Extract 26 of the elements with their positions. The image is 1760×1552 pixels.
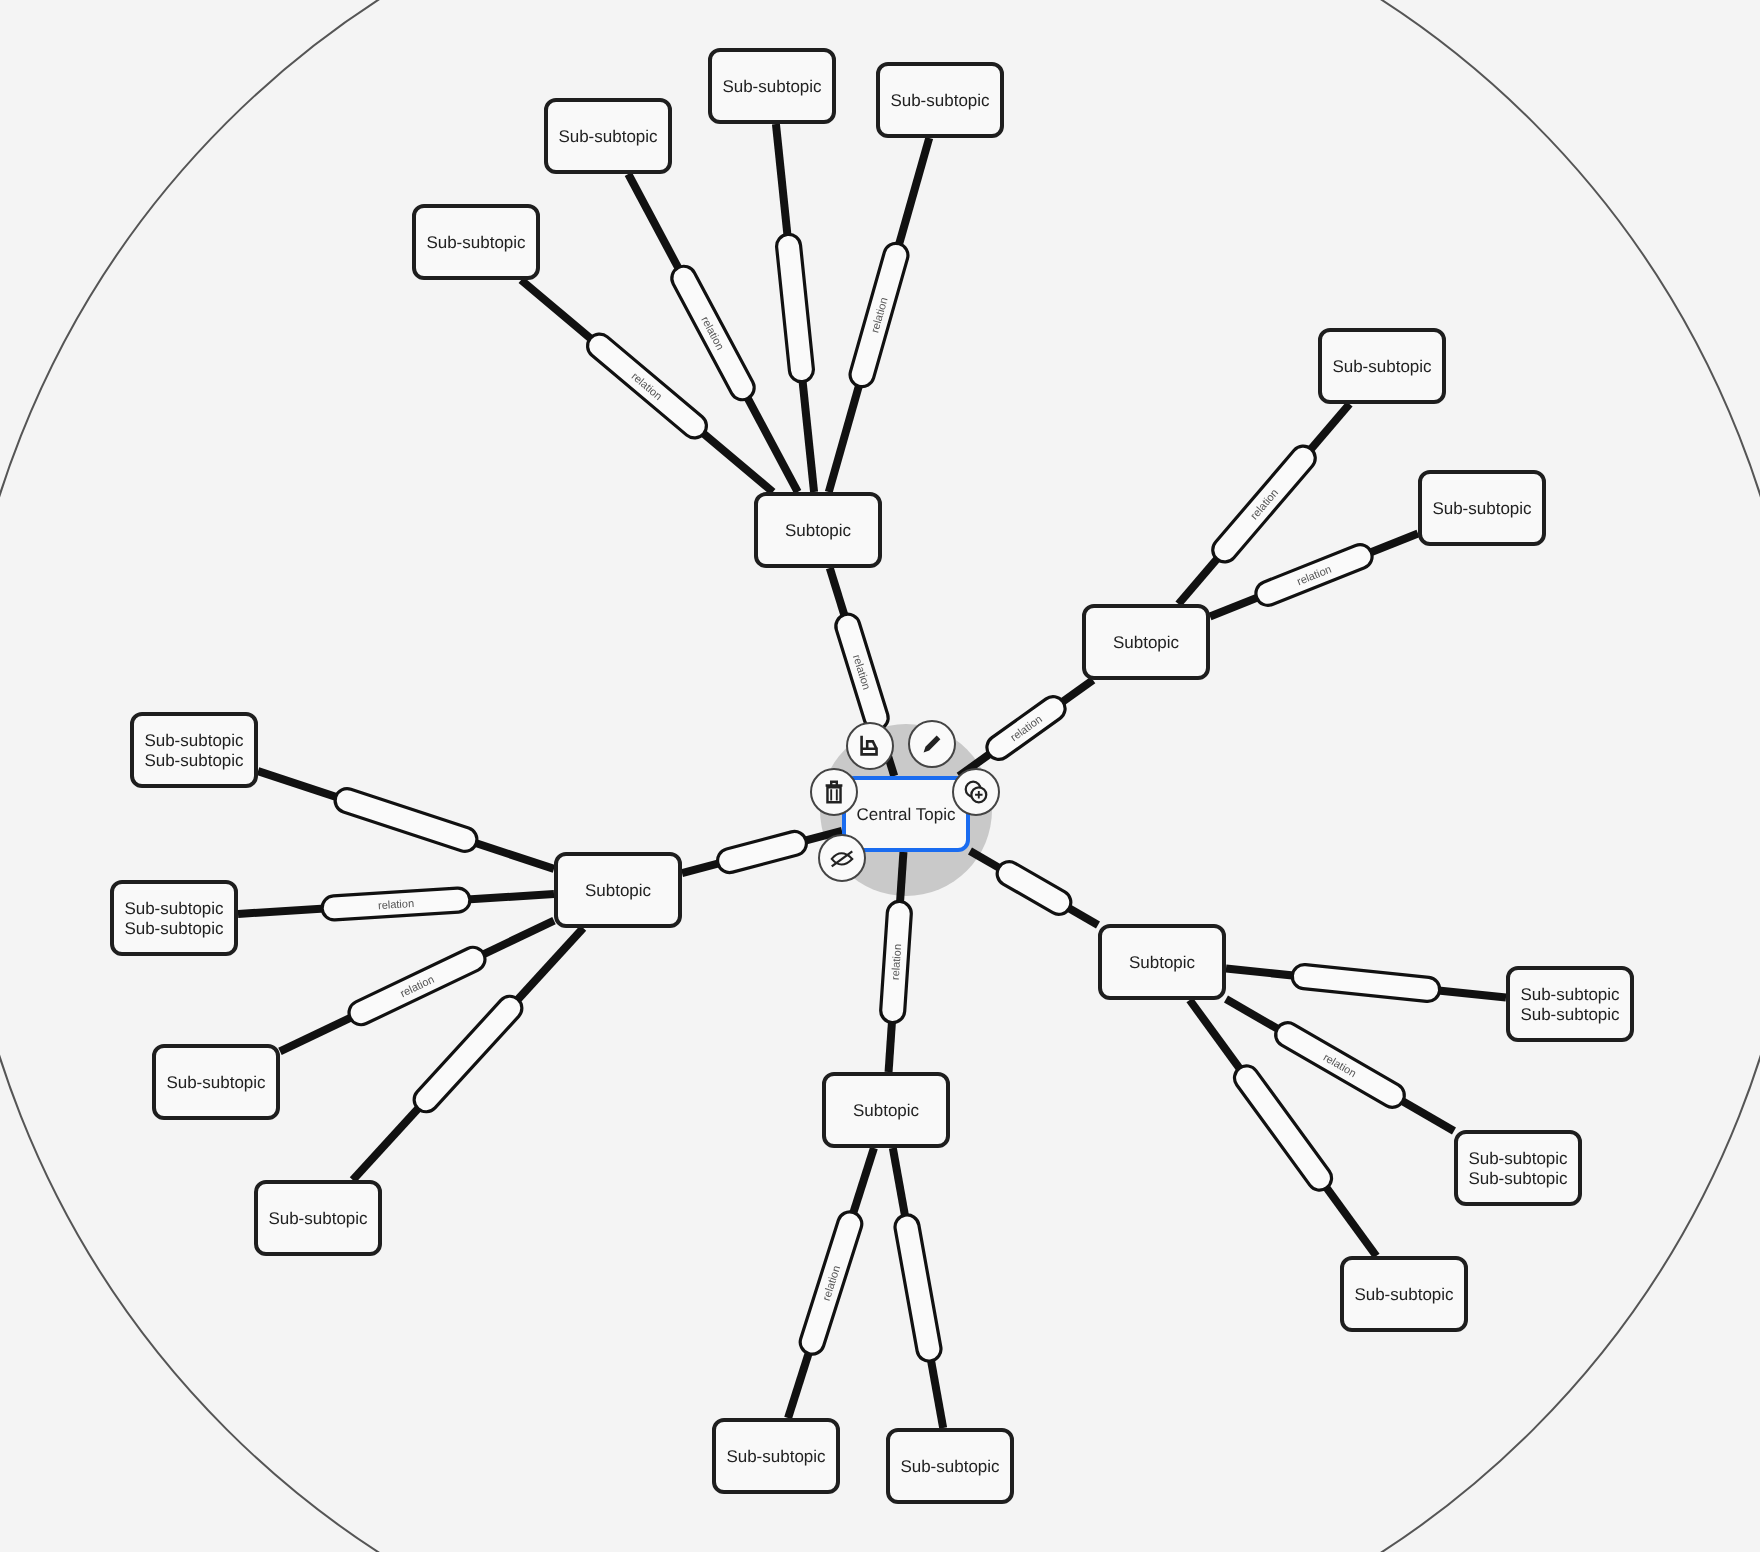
sub-subtopic-node[interactable]: Sub-subtopic bbox=[876, 62, 1004, 138]
sub-subtopic-node[interactable]: Sub-subtopic Sub-subtopic bbox=[1454, 1130, 1582, 1206]
sub-subtopic-node[interactable]: Sub-subtopic bbox=[152, 1044, 280, 1120]
sub-subtopic-node[interactable]: Sub-subtopic Sub-subtopic bbox=[1506, 966, 1634, 1042]
sub-subtopic-node[interactable]: Sub-subtopic bbox=[708, 48, 836, 124]
style-icon bbox=[856, 732, 884, 760]
pencil-icon bbox=[918, 730, 946, 758]
subtopic-node[interactable]: Subtopic bbox=[1098, 924, 1226, 1000]
sub-subtopic-node[interactable]: Sub-subtopic bbox=[712, 1418, 840, 1494]
trash-button[interactable] bbox=[810, 768, 858, 816]
sub-subtopic-node[interactable]: Sub-subtopic bbox=[1418, 470, 1546, 546]
sub-subtopic-node[interactable]: Sub-subtopic bbox=[886, 1428, 1014, 1504]
copy-button[interactable] bbox=[952, 768, 1000, 816]
sub-subtopic-node[interactable]: Sub-subtopic bbox=[412, 204, 540, 280]
subtopic-node[interactable]: Subtopic bbox=[554, 852, 682, 928]
sub-subtopic-node[interactable]: Sub-subtopic bbox=[544, 98, 672, 174]
subtopic-node[interactable]: Subtopic bbox=[1082, 604, 1210, 680]
sub-subtopic-node[interactable]: Sub-subtopic bbox=[1318, 328, 1446, 404]
sub-subtopic-node[interactable]: Sub-subtopic Sub-subtopic bbox=[110, 880, 238, 956]
sub-subtopic-node[interactable]: Sub-subtopic Sub-subtopic bbox=[130, 712, 258, 788]
trash-icon bbox=[820, 778, 848, 806]
subtopic-node[interactable]: Subtopic bbox=[754, 492, 882, 568]
sub-subtopic-node[interactable]: Sub-subtopic bbox=[254, 1180, 382, 1256]
sub-subtopic-node[interactable]: Sub-subtopic bbox=[1340, 1256, 1468, 1332]
copy-icon bbox=[962, 778, 990, 806]
subtopic-node[interactable]: Subtopic bbox=[822, 1072, 950, 1148]
